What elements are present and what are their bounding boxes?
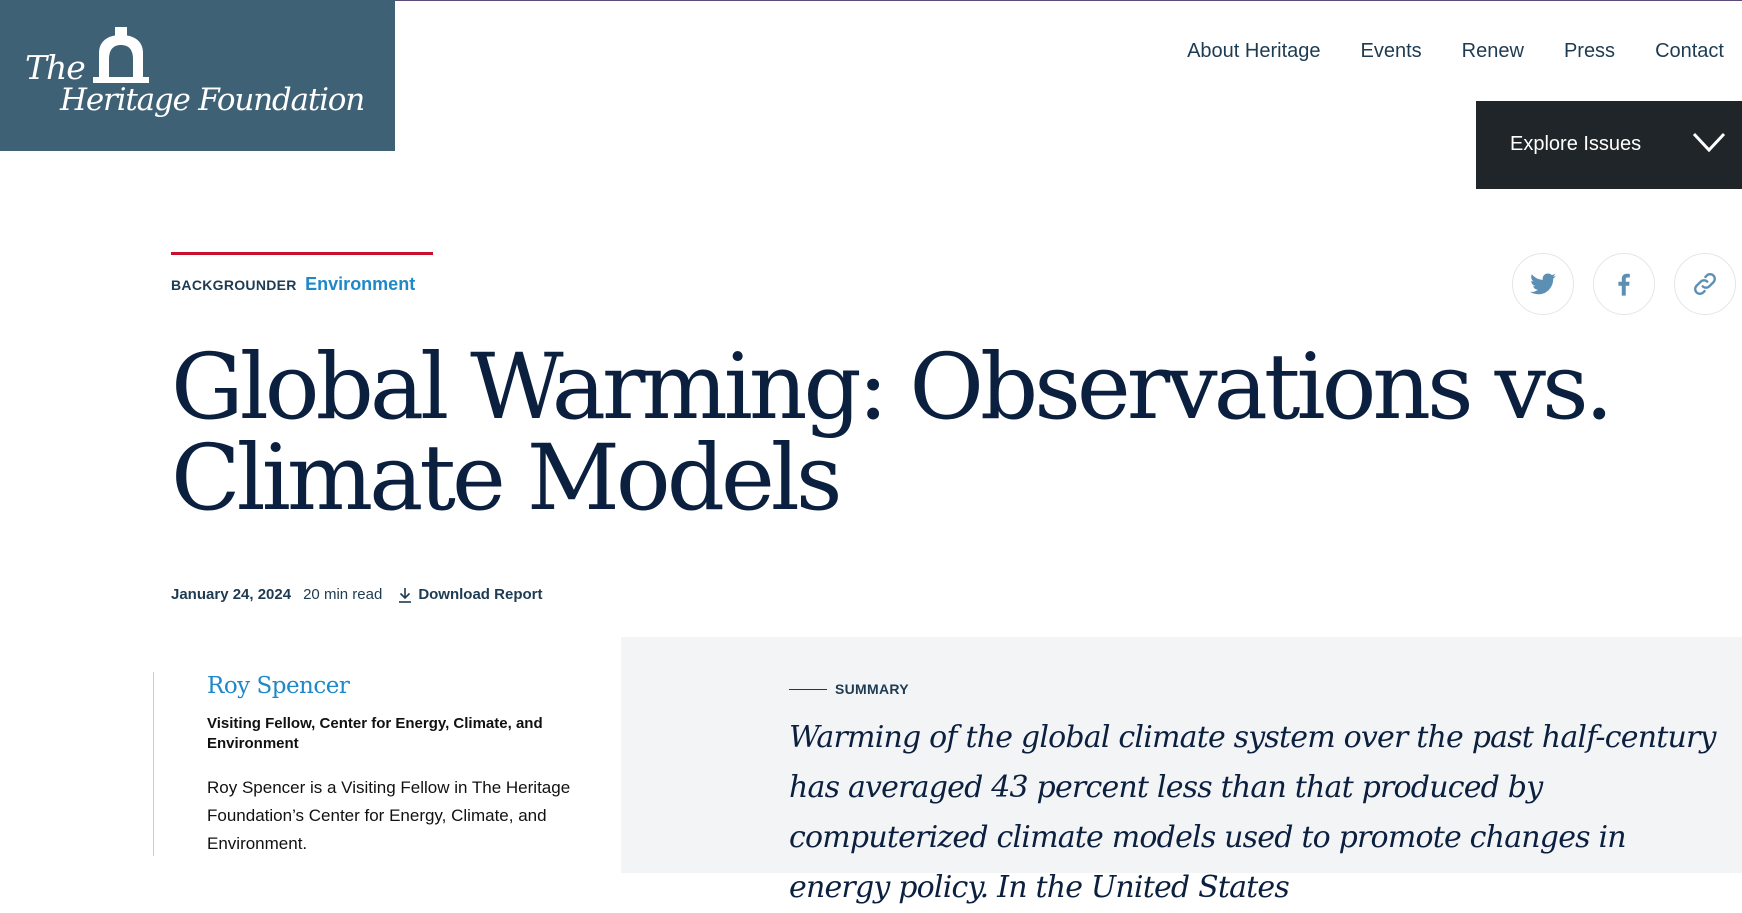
nav-contact[interactable]: Contact [1655,40,1724,63]
nav-about-heritage[interactable]: About Heritage [1187,40,1320,63]
summary-rule [789,688,827,690]
summary-panel: SUMMARY Warming of the global climate sy… [621,637,1742,905]
explore-issues-button[interactable]: Explore Issues [1476,101,1742,189]
article-title: Global Warming: Observations vs. Climate… [171,335,1614,531]
chevron-down-icon [1692,132,1726,153]
facebook-icon [1618,273,1630,296]
read-time: 20 min read [303,586,383,603]
nav-events[interactable]: Events [1361,40,1422,63]
summary-header: SUMMARY [789,681,909,697]
article-category-link[interactable]: Environment [305,274,415,294]
article-date: January 24, 2024 [171,586,292,603]
top-nav: About Heritage Events Renew Press Contac… [1187,40,1724,63]
author-card: Roy Spencer Visiting Fellow, Center for … [153,672,584,856]
nav-renew[interactable]: Renew [1462,40,1524,63]
kicker-rule [171,252,433,255]
summary-text: Warming of the global climate system ove… [789,720,1717,905]
liberty-bell-icon [93,27,149,83]
article-kicker: BACKGROUNDER Environment [171,274,415,295]
twitter-icon [1530,273,1556,295]
article-meta: January 24, 2024 20 min read Download Re… [171,586,542,603]
logo-name: Heritage Foundation [60,82,365,118]
link-icon [1694,273,1716,295]
author-name-link[interactable]: Roy Spencer [207,673,350,699]
download-report-link[interactable]: Download Report [398,586,542,603]
download-icon [399,587,412,603]
nav-press[interactable]: Press [1564,40,1615,63]
heritage-logo[interactable]: The Heritage Foundation [0,0,395,151]
explore-issues-label: Explore Issues [1510,133,1642,155]
download-report-label: Download Report [418,586,543,603]
article-type: BACKGROUNDER [171,277,297,293]
author-role: Visiting Fellow, Center for Energy, Clim… [207,715,543,752]
summary-label: SUMMARY [835,681,909,697]
author-bio: Roy Spencer is a Visiting Fellow in The … [207,778,571,853]
share-link-button[interactable] [1674,253,1736,315]
share-facebook-button[interactable] [1593,253,1655,315]
share-twitter-button[interactable] [1512,253,1574,315]
